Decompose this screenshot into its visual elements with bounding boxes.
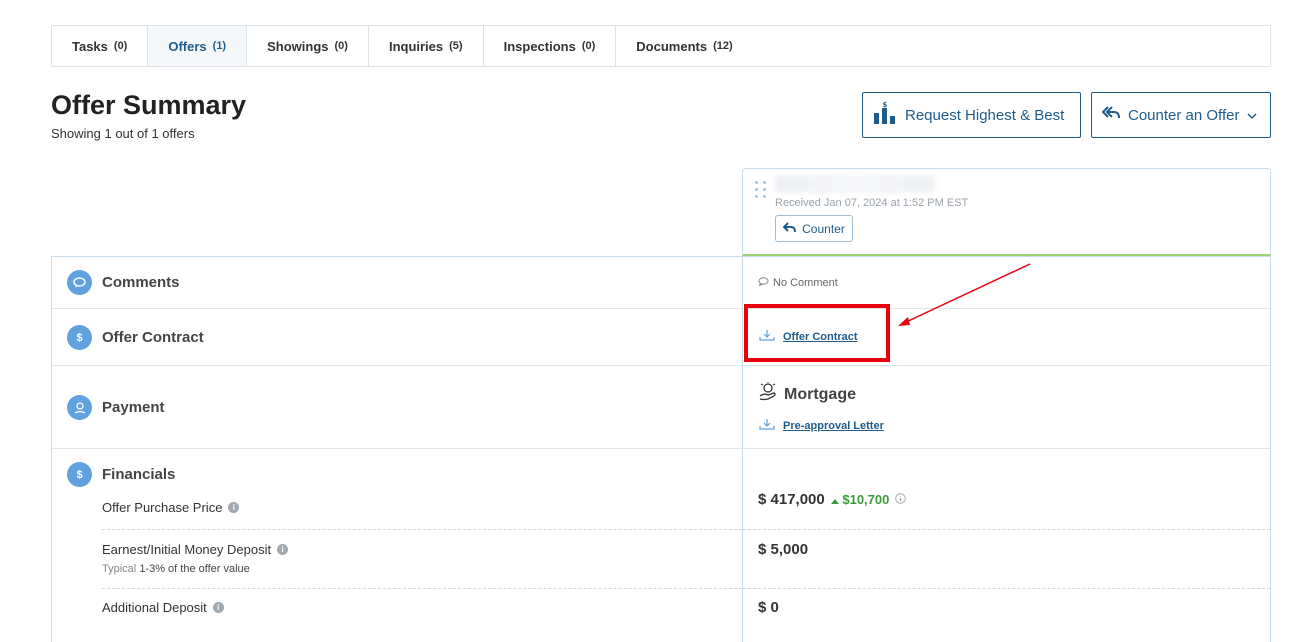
counter-label: Counter [802, 221, 845, 236]
purchase-price-label-text: Offer Purchase Price [102, 500, 223, 515]
tab-inquiries[interactable]: Inquiries (5) [369, 26, 484, 66]
offer-card-header: Received Jan 07, 2024 at 1:52 PM EST Cou… [742, 168, 1271, 257]
request-highest-best-button[interactable]: $ Request Highest & Best [862, 92, 1081, 138]
purchase-price-value: $ 417,000 $10,700 [758, 491, 907, 508]
blurred-buyer-name [775, 175, 935, 193]
tab-label: Showings [267, 38, 329, 54]
reply-all-icon [1101, 106, 1120, 124]
earnest-deposit-value: $ 5,000 [758, 541, 809, 558]
comments-label-cell: Comments [52, 257, 743, 308]
contract-label-cell: $ Offer Contract [52, 309, 743, 365]
purchase-price: $ 417,000 [758, 491, 825, 508]
payment-value-cell: Mortgage Pre-approval Letter [743, 366, 1270, 448]
counter-offer-label: Counter an Offer [1128, 106, 1240, 124]
offer-contract-row: $ Offer Contract Offer Contract [52, 309, 1270, 366]
tab-inspections[interactable]: Inspections (0) [484, 26, 617, 66]
dollar-coins-icon: $ [67, 462, 92, 487]
payment-label: Payment [102, 399, 165, 416]
typical-range: 1-3% of the offer value [139, 563, 250, 575]
dollar-icon: $ [67, 325, 92, 350]
divider [743, 588, 1270, 589]
contract-label-group: $ Offer Contract [67, 325, 204, 350]
comments-label-group: Comments [67, 270, 180, 295]
tab-label: Documents [636, 38, 708, 54]
comments-label: Comments [102, 274, 180, 291]
info-icon[interactable]: i [228, 502, 240, 513]
earnest-typical-hint: Typical 1-3% of the offer value [102, 563, 250, 575]
tab-label: Tasks [72, 38, 108, 54]
tab-count: (0) [113, 40, 128, 52]
purchase-price-label: Offer Purchase Price i [102, 500, 240, 515]
additional-deposit-value: $ 0 [758, 599, 779, 616]
mortgage-label: Mortgage [784, 385, 856, 403]
counter-offer-button[interactable]: Counter an Offer [1091, 92, 1271, 138]
received-timestamp: Received Jan 07, 2024 at 1:52 PM EST [775, 197, 969, 209]
highlight-box [744, 304, 890, 362]
financials-label-group: $ Financials [67, 462, 175, 487]
payment-row: Payment Mortgage Pre-approval Letter [52, 366, 1270, 449]
contract-label: Offer Contract [102, 329, 204, 346]
mortgage-method: Mortgage [758, 382, 856, 407]
divider [743, 529, 1270, 530]
pre-approval-letter-text: Pre-approval Letter [783, 419, 884, 432]
tab-offers[interactable]: Offers (1) [148, 26, 248, 66]
tab-count: (5) [449, 40, 463, 52]
request-highest-best-label: Request Highest & Best [905, 106, 1065, 124]
counter-button[interactable]: Counter [775, 215, 853, 242]
tab-tasks[interactable]: Tasks (0) [52, 26, 149, 66]
earnest-deposit-label: Earnest/Initial Money Deposit i [102, 542, 289, 557]
payment-label-cell: Payment [52, 366, 743, 448]
financials-row: $ Financials Offer Purchase Price i Earn… [52, 449, 1270, 642]
page-title: Offer Summary [51, 90, 247, 120]
drag-handle-icon[interactable] [755, 181, 767, 198]
tab-count: (1) [212, 40, 227, 52]
divider [102, 529, 742, 530]
info-icon[interactable]: i [277, 544, 289, 555]
download-icon [759, 418, 775, 433]
additional-deposit-label: Additional Deposit i [102, 600, 224, 615]
mortgage-coins-icon [758, 382, 778, 407]
comments-row: Comments No Comment [52, 257, 1270, 309]
annotation-arrow-icon [898, 263, 1031, 326]
tab-count: (0) [581, 40, 596, 52]
earnest-label-text: Earnest/Initial Money Deposit [102, 542, 272, 557]
tab-bar: Tasks (0) Offers (1) Showings (0) Inquiries… [51, 25, 1271, 67]
pre-approval-letter-link[interactable]: Pre-approval Letter [759, 418, 884, 433]
price-delta: $10,700 [830, 492, 890, 507]
info-icon[interactable]: i [212, 602, 224, 613]
typical-prefix: Typical [102, 563, 137, 575]
reply-icon [782, 221, 797, 236]
comment-value: No Comment [773, 277, 838, 289]
tab-count: (0) [334, 40, 348, 52]
tab-label: Inspections [503, 38, 576, 54]
divider [102, 588, 742, 589]
speech-bubble-icon [67, 270, 92, 295]
additional-label-text: Additional Deposit [102, 600, 207, 615]
chevron-down-icon [1247, 107, 1257, 124]
info-circle-icon[interactable] [895, 491, 907, 508]
hand-money-icon [67, 395, 92, 420]
financials-label: Financials [102, 466, 176, 483]
triangle-up-icon [830, 492, 843, 507]
comment-icon [758, 277, 769, 289]
no-comment-text: No Comment [758, 277, 838, 289]
tab-label: Offers [168, 38, 207, 54]
price-delta-value: $10,700 [842, 492, 890, 507]
tab-count: (12) [713, 40, 733, 52]
payment-label-group: Payment [67, 395, 165, 420]
tab-label: Inquiries [388, 38, 444, 54]
offer-details-table: Comments No Comment $ Offer Contract Off… [51, 256, 1271, 642]
offer-count-text: Showing 1 out of 1 offers [51, 126, 195, 141]
financials-value-cell: $ 417,000 $10,700 $ 5,000 $ 0 [743, 449, 1270, 642]
svg-text:$: $ [883, 101, 888, 109]
financials-label-cell: $ Financials Offer Purchase Price i Earn… [52, 449, 743, 642]
tab-showings[interactable]: Showings (0) [247, 26, 369, 66]
chart-dollar-icon: $ [873, 101, 897, 129]
tab-documents[interactable]: Documents (12) [616, 26, 752, 66]
